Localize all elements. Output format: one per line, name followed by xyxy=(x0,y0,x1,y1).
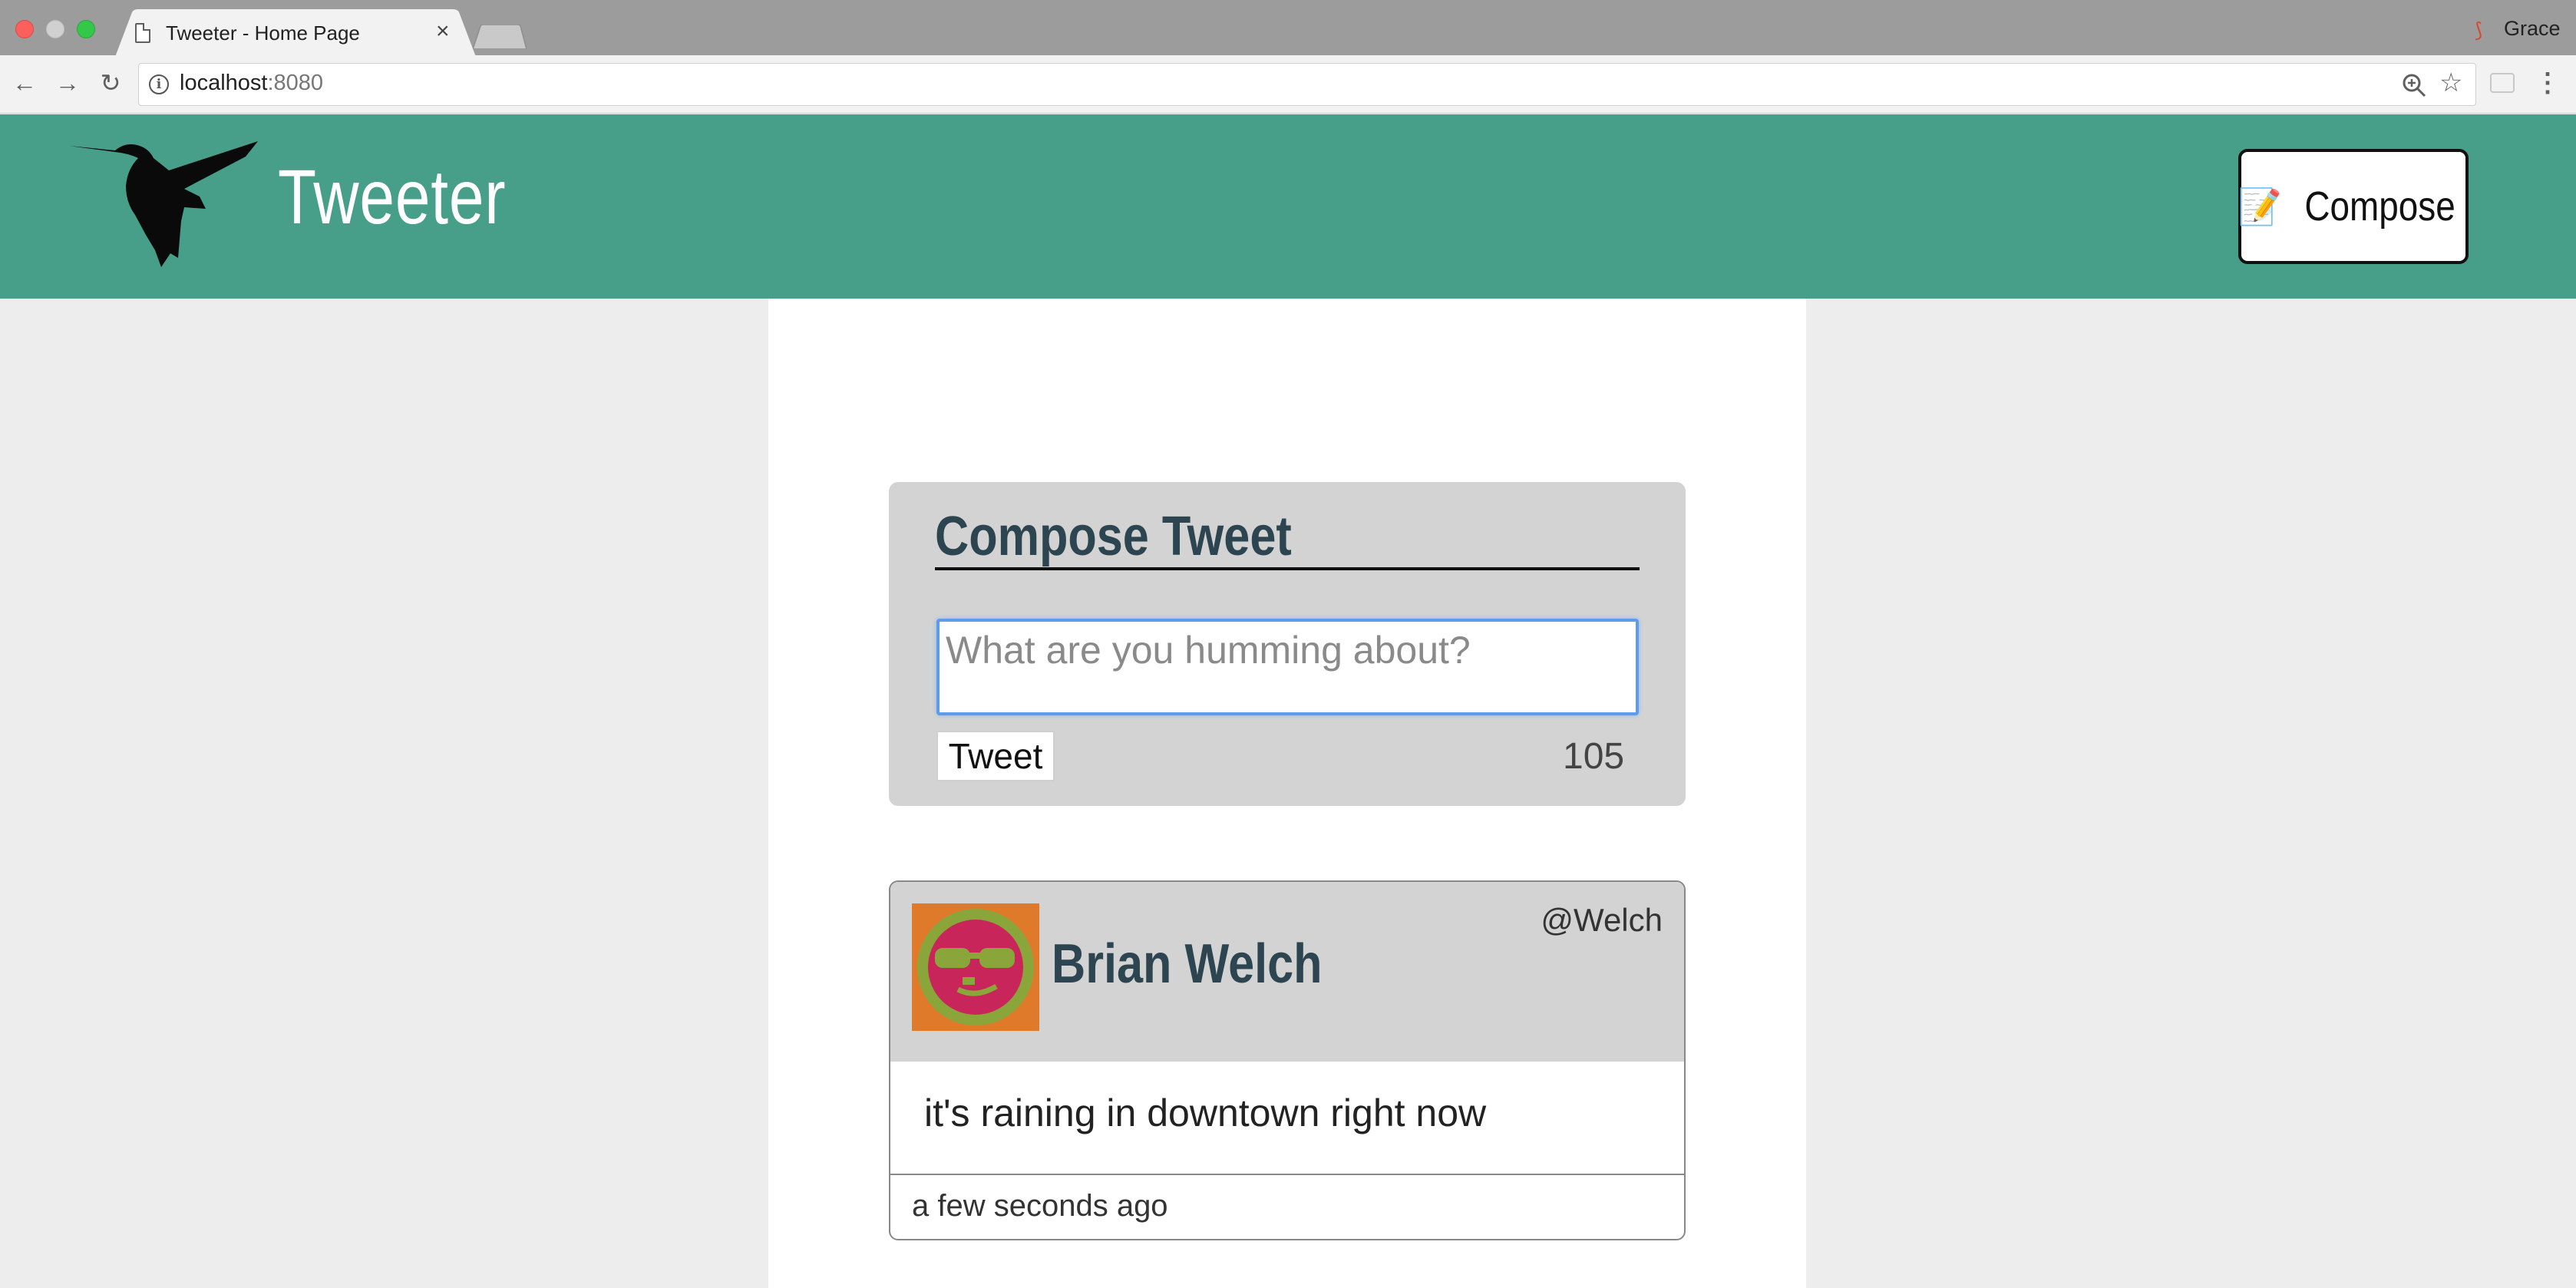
reload-icon[interactable]: ↻ xyxy=(95,68,126,98)
profile-icon[interactable]: ⟆ xyxy=(2475,18,2482,42)
url-text[interactable]: localhost:8080 xyxy=(180,71,323,96)
tab-close-icon[interactable]: × xyxy=(436,20,450,43)
menu-dots-icon[interactable]: ⋮ xyxy=(2535,69,2561,97)
tweet-header: Brian Welch @Welch xyxy=(890,882,1684,1062)
url-port: :8080 xyxy=(267,71,324,95)
close-window-button[interactable] xyxy=(15,20,34,38)
tweet-submit-button[interactable]: Tweet xyxy=(936,731,1055,781)
address-bar[interactable] xyxy=(138,63,2476,106)
zoom-icon[interactable] xyxy=(2399,71,2430,101)
tweet-article: Brian Welch @Welch it's raining in downt… xyxy=(889,880,1686,1240)
tweet-text: it's raining in downtown right now xyxy=(924,1091,1487,1134)
minimize-window-button[interactable] xyxy=(46,20,64,38)
memo-icon: 📝 xyxy=(2237,186,2283,226)
compose-title-divider xyxy=(935,567,1640,570)
compose-title: Compose Tweet xyxy=(935,506,1292,567)
extension-icon[interactable] xyxy=(2490,73,2515,93)
maximize-window-button[interactable] xyxy=(77,20,95,38)
forward-arrow-icon[interactable]: → xyxy=(52,68,83,98)
tweet-textarea[interactable] xyxy=(936,619,1639,715)
bookmark-star-icon[interactable]: ☆ xyxy=(2439,68,2462,98)
tweet-author-handle: @Welch xyxy=(1541,902,1663,938)
new-tab-button[interactable] xyxy=(473,25,527,49)
site-brand[interactable]: Tweeter xyxy=(278,154,506,242)
tweet-timestamp: a few seconds ago xyxy=(912,1189,1168,1223)
back-arrow-icon[interactable]: ← xyxy=(9,68,40,98)
tweet-author-name: Brian Welch xyxy=(1052,933,1323,995)
info-icon[interactable]: i xyxy=(149,74,169,94)
document-icon xyxy=(135,23,150,43)
tweet-footer-divider xyxy=(890,1174,1684,1175)
url-host: localhost xyxy=(180,71,268,95)
compose-toggle-button[interactable]: 📝 Compose xyxy=(2238,149,2469,264)
character-counter: 105 xyxy=(1563,736,1625,777)
hummingbird-logo-icon xyxy=(69,141,258,267)
compose-button-label: Compose xyxy=(2304,183,2455,230)
profile-name[interactable]: Grace xyxy=(2504,17,2561,41)
tab-title: Tweeter - Home Page xyxy=(166,21,360,45)
avatar xyxy=(912,903,1039,1031)
